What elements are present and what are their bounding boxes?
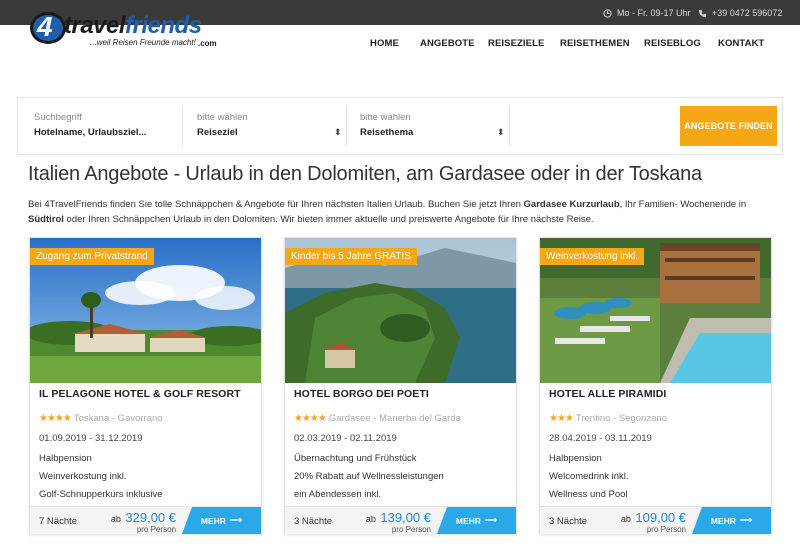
phone-text: +39 0472 596072 [712,8,783,18]
keyword-search-input[interactable]: Suchbegriff Hotelname, Urlaubsziel... [34,98,184,154]
offer-feature: Golf-Schnupperkurs inklusive [39,489,163,500]
search-panel: Suchbegriff Hotelname, Urlaubsziel... bi… [17,97,783,155]
hotel-title[interactable]: HOTEL ALLE PIRAMIDI [549,388,666,400]
more-button[interactable]: MEHR ⟶ [182,507,261,534]
hotel-rating: ★★★ Trentino - Segonzano [549,413,667,424]
offer-image[interactable]: Zugang zum Privatstrand [30,238,261,383]
offer-feature: Übernachtung und Frühstück [294,453,417,464]
price-amount: 109,00 € [635,510,686,525]
offer-footer: 3 Nächte ab 109,00 € pro Person MEHR ⟶ [540,506,771,534]
destination-select[interactable]: bitte wählen Reiseziel ⬍ [197,98,343,154]
opening-hours: Mo - Fr. 09-17 Uhr [603,8,691,18]
destination-value: Reiseziel [197,127,238,138]
nav-reisethemen[interactable]: REISETHEMEN [560,38,630,49]
offer-nights: 7 Nächte [39,516,78,527]
nav-home[interactable]: HOME [370,38,399,49]
theme-label: bitte wählen [360,112,411,123]
clock-icon [603,8,612,18]
intro-part: Bei 4TravelFriends finden Sie tolle Schn… [28,199,524,210]
offer-feature: Halbpension [549,453,602,464]
offer-feature: Weinverkostung inkl. [39,471,127,482]
price-amount: 329,00 € [125,510,176,525]
offer-feature: 20% Rabatt auf Wellnessleistungen [294,471,444,482]
offer-image[interactable]: Weinverkostung inkl. [540,238,771,383]
offer-dates: 01.09.2019 - 31.12.2019 [39,433,143,444]
price-per-person: pro Person [646,525,686,534]
offer-price: ab 139,00 € pro Person [366,509,431,534]
opening-hours-text: Mo - Fr. 09-17 Uhr [617,8,691,18]
keyword-placeholder: Hotelname, Urlaubsziel... [34,127,147,138]
arrow-right-icon: ⟶ [484,515,498,525]
offer-dates: 28.04.2019 - 03.11.2019 [549,433,652,444]
intro-part: , Ihr Familien- Wochenende in [619,199,747,210]
phone-number[interactable]: +39 0472 596072 [698,8,782,18]
hotel-location: Trentino - Segonzano [575,413,667,424]
offer-nights: 3 Nächte [549,516,588,527]
offer-card[interactable]: Kinder bis 5 Jahre GRATIS HOTEL BORGO DE… [284,237,517,534]
nav-angebote[interactable]: ANGEBOTE [420,38,475,49]
destination-label: bitte wählen [197,112,248,123]
offer-price: ab 329,00 € pro Person [111,509,176,534]
star-rating-icon: ★★★★ [39,413,72,424]
hotel-rating: ★★★★ Toskana - Gavorrano [39,413,163,424]
arrow-right-icon: ⟶ [739,515,753,525]
offer-feature: Halbpension [39,453,92,464]
intro-link-suedtirol: Südtirol [28,214,64,225]
offer-badge: Weinverkostung inkl. [540,248,645,265]
more-label: MEHR [200,515,226,526]
price-prefix: ab [365,514,376,524]
more-button[interactable]: MEHR ⟶ [692,507,771,534]
select-arrows-icon: ⬍ [497,127,505,137]
offer-dates: 02.03.2019 - 02.11.2019 [294,433,397,444]
hotel-location: Toskana - Gavorrano [73,413,163,424]
find-offers-button[interactable]: ANGEBOTE FINDEN [680,106,777,146]
offer-feature: Welcomedrink inkl. [549,471,629,482]
keyword-label: Suchbegriff [34,112,82,123]
nav-reiseziele[interactable]: REISEZIELE [488,38,544,49]
theme-value: Reisethema [360,127,414,138]
star-rating-icon: ★★★ [549,413,574,424]
nav-reiseblog[interactable]: REISEBLOG [644,38,701,49]
theme-select[interactable]: bitte wählen Reisethema ⬍ [360,98,506,154]
main-nav: HOME ANGEBOTE REISEZIELE REISETHEMEN REI… [0,38,800,52]
arrow-right-icon: ⟶ [229,515,243,525]
intro-part: oder Ihren Schnäppchen Urlaub in den Dol… [63,214,594,225]
nav-kontakt[interactable]: KONTAKT [718,38,764,49]
offer-image[interactable]: Kinder bis 5 Jahre GRATIS [285,238,516,383]
hotel-title[interactable]: IL PELAGONE HOTEL & GOLF RESORT [39,388,241,400]
hotel-title[interactable]: HOTEL BORGO DEI POETI [294,388,429,400]
logo-wordmark: travelfriends [64,14,202,38]
select-arrows-icon: ⬍ [334,127,342,137]
offer-footer: 3 Nächte ab 139,00 € pro Person MEHR ⟶ [285,506,516,534]
offer-feature: ein Abendessen inkl. [294,489,382,500]
divider [509,106,510,146]
intro-link-gardasee: Gardasee Kurzurlaub [523,199,620,210]
price-per-person: pro Person [391,525,431,534]
logo-word-a: travel [64,12,126,39]
price-amount: 139,00 € [380,510,431,525]
phone-icon [698,9,707,17]
offer-badge: Kinder bis 5 Jahre GRATIS [285,248,417,265]
star-rating-icon: ★★★★ [294,413,327,424]
hotel-rating: ★★★★ Gardasee - Manerba del Garda [294,413,461,424]
offer-nights: 3 Nächte [294,516,333,527]
hotel-location: Gardasee - Manerba del Garda [328,413,461,424]
more-label: MEHR [710,515,736,526]
offer-card[interactable]: Zugang zum Privatstrand IL PELAGONE HOTE… [29,237,262,534]
intro-text: Bei 4TravelFriends finden Sie tolle Schn… [28,197,778,227]
divider [346,106,347,146]
offer-feature: Wellness und Pool [549,489,628,500]
price-prefix: ab [620,514,631,524]
more-label: MEHR [455,515,481,526]
offer-price: ab 109,00 € pro Person [621,509,686,534]
price-per-person: pro Person [136,525,176,534]
offer-card[interactable]: Weinverkostung inkl. HOTEL ALLE PIRAMIDI… [539,237,772,534]
logo-word-b: friends [125,12,202,39]
more-button[interactable]: MEHR ⟶ [437,507,516,534]
offer-footer: 7 Nächte ab 329,00 € pro Person MEHR ⟶ [30,506,261,534]
price-prefix: ab [110,514,121,524]
page-title: Italien Angebote - Urlaub in den Dolomit… [28,163,702,185]
offer-badge: Zugang zum Privatstrand [30,248,154,265]
divider [182,106,183,146]
